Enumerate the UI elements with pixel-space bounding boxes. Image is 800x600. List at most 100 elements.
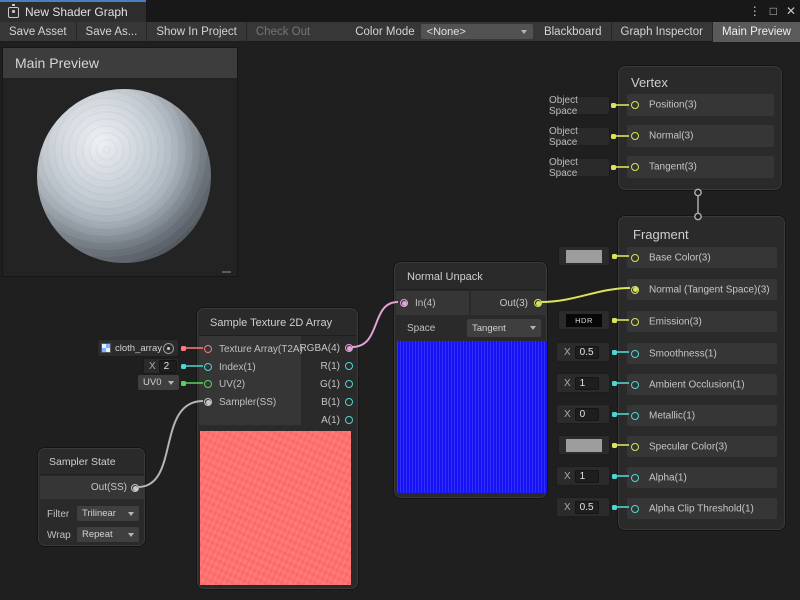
- color-swatch: [566, 250, 602, 263]
- main-preview-button[interactable]: Main Preview: [713, 22, 800, 42]
- slot-tangent-label: Tangent(3): [649, 162, 697, 173]
- save-asset-button[interactable]: Save Asset: [0, 22, 76, 42]
- x-label: X: [564, 471, 571, 482]
- input-label: Texture Array(T2A): [219, 344, 303, 355]
- graph-inspector-button[interactable]: Graph Inspector: [612, 22, 712, 42]
- space-dropdown[interactable]: Tangent: [467, 319, 541, 337]
- input-label: Sampler(SS): [219, 397, 276, 408]
- sampler-state-node[interactable]: Sampler State Out(SS) Filter Trilinear W…: [38, 448, 145, 546]
- number-input[interactable]: 1: [575, 377, 599, 390]
- color-mode-dropdown[interactable]: <None>: [421, 24, 533, 39]
- alpha-field[interactable]: X 1: [556, 466, 610, 486]
- port-a-output[interactable]: [345, 416, 353, 424]
- alpha-clip-threshold-field[interactable]: X 0.5: [556, 497, 610, 517]
- widget-dot: [181, 381, 186, 386]
- binding-dot: [611, 134, 616, 139]
- sample-texture-node-title: Sample Texture 2D Array: [210, 317, 332, 329]
- fragment-node[interactable]: Fragment Base Color(3) Normal (Tangent S…: [618, 216, 785, 530]
- slot-label: Base Color(3): [649, 252, 711, 263]
- wire-out3-to-normal: [541, 288, 630, 302]
- slot-emission: Emission(3): [627, 311, 777, 332]
- port-texture-array-input[interactable]: [204, 345, 212, 353]
- normal-unpack-node-title: Normal Unpack: [407, 271, 483, 283]
- widget-dot: [612, 474, 617, 479]
- port-uv-input[interactable]: [204, 380, 212, 388]
- slot-label: Metallic(1): [649, 410, 695, 421]
- port-alpha-input[interactable]: [631, 474, 639, 482]
- slot-position-label: Position(3): [649, 100, 697, 111]
- port-in4-input[interactable]: [400, 299, 408, 307]
- main-preview-header[interactable]: Main Preview: [3, 48, 237, 78]
- port-b-output[interactable]: [345, 398, 353, 406]
- normal-unpack-node[interactable]: Normal Unpack In(4) Out(3) Space Tangent: [394, 262, 547, 498]
- port-emission-input[interactable]: [631, 318, 639, 326]
- binding-dot: [611, 103, 616, 108]
- hdr-label: HDR: [575, 316, 593, 325]
- filter-dropdown[interactable]: Trilinear: [77, 506, 139, 521]
- port-ambient-occlusion-input[interactable]: [631, 381, 639, 389]
- port-normal-tangent-input[interactable]: [631, 286, 639, 294]
- x-label: X: [564, 347, 571, 358]
- port-normal-input[interactable]: [631, 132, 639, 140]
- window-tab-bar: New Shader Graph ⋮ □ ✕: [0, 0, 800, 22]
- port-smoothness-input[interactable]: [631, 350, 639, 358]
- port-sampler-input[interactable]: [204, 398, 212, 406]
- save-as-button[interactable]: Save As...: [77, 22, 147, 42]
- tab-new-shader-graph[interactable]: New Shader Graph: [0, 0, 146, 22]
- wrap-dropdown[interactable]: Repeat: [77, 527, 139, 542]
- object-picker-icon[interactable]: [163, 343, 174, 354]
- chevron-down-icon: [128, 533, 134, 537]
- number-input[interactable]: 2: [159, 360, 177, 373]
- index-field[interactable]: X 2: [143, 358, 179, 374]
- blackboard-button[interactable]: Blackboard: [535, 22, 611, 42]
- port-alpha-clip-input[interactable]: [631, 505, 639, 513]
- number-input[interactable]: 0: [575, 408, 599, 421]
- binding-label: Object Space: [549, 126, 609, 148]
- show-in-project-button[interactable]: Show In Project: [147, 22, 246, 42]
- number-input[interactable]: 0.5: [575, 501, 599, 514]
- base-color-swatch[interactable]: [558, 246, 610, 266]
- smoothness-field[interactable]: X 0.5: [556, 342, 610, 362]
- port-tangent-input[interactable]: [631, 163, 639, 171]
- vertex-node-title: Vertex: [631, 75, 668, 90]
- widget-dot: [612, 443, 617, 448]
- x-label: X: [149, 361, 156, 372]
- port-rgba-output[interactable]: [345, 344, 353, 352]
- close-icon[interactable]: ✕: [786, 0, 796, 22]
- vertex-node[interactable]: Vertex Position(3) Normal(3) Tangent(3): [618, 66, 782, 190]
- object-field-value: cloth_array: [115, 343, 162, 354]
- uv-channel-dropdown[interactable]: UV0: [138, 375, 179, 390]
- kebab-menu-icon[interactable]: ⋮: [749, 0, 761, 22]
- resize-grip[interactable]: [222, 271, 231, 273]
- slot-metallic: Metallic(1): [627, 405, 777, 426]
- object-space-binding: Object Space: [548, 96, 610, 115]
- slot-specular-color: Specular Color(3): [627, 436, 777, 457]
- slot-label: Specular Color(3): [649, 441, 727, 452]
- sampler-state-node-title: Sampler State: [49, 456, 116, 468]
- metallic-field[interactable]: X 0: [556, 404, 610, 424]
- port-out-ss-output[interactable]: [131, 484, 139, 492]
- port-specular-color-input[interactable]: [631, 443, 639, 451]
- widget-dot: [181, 346, 186, 351]
- number-input[interactable]: 0.5: [575, 346, 599, 359]
- specular-color-swatch[interactable]: [558, 435, 610, 455]
- chevron-down-icon: [521, 30, 527, 34]
- emission-hdr-field[interactable]: HDR: [558, 310, 610, 330]
- cloth-array-object-field[interactable]: cloth_array: [97, 339, 179, 357]
- texture2darray-icon: [101, 343, 111, 353]
- port-out3-output[interactable]: [534, 299, 542, 307]
- ambient-occlusion-field[interactable]: X 1: [556, 373, 610, 393]
- slot-normal: Normal(3): [627, 125, 774, 147]
- port-g-output[interactable]: [345, 380, 353, 388]
- port-position-input[interactable]: [631, 101, 639, 109]
- port-metallic-input[interactable]: [631, 412, 639, 420]
- port-r-output[interactable]: [345, 362, 353, 370]
- uv-channel-value: UV0: [143, 377, 161, 388]
- graph-canvas[interactable]: Main Preview Vertex Position(3) Normal(3…: [0, 42, 800, 600]
- port-index-input[interactable]: [204, 363, 212, 371]
- sample-texture-2d-array-node[interactable]: Sample Texture 2D Array Texture Array(T2…: [197, 308, 358, 589]
- port-base-color-input[interactable]: [631, 254, 639, 262]
- number-input[interactable]: 1: [575, 470, 599, 483]
- output-label: R(1): [321, 361, 340, 372]
- maximize-icon[interactable]: □: [770, 0, 777, 22]
